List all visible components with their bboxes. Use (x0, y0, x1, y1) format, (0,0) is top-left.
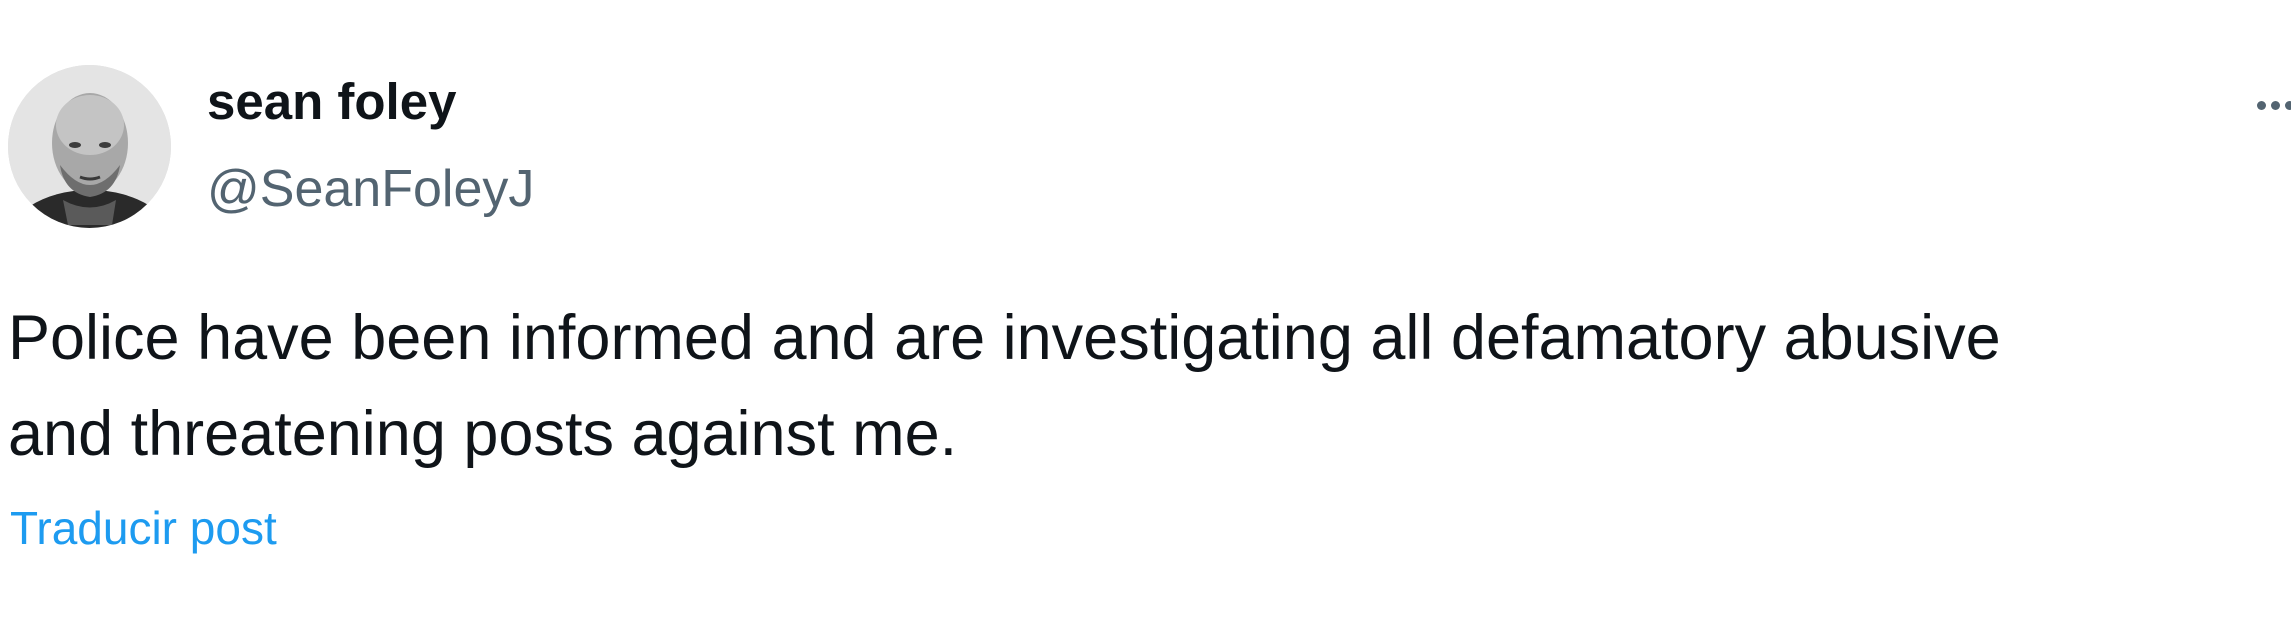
author-display-name[interactable]: sean foley (207, 76, 456, 127)
post-text: Police have been informed and are invest… (8, 290, 2278, 482)
author-handle[interactable]: @SeanFoleyJ (207, 163, 534, 215)
post-text-line: and threatening posts against me. (8, 399, 958, 469)
translate-post-link[interactable]: Traducir post (10, 505, 277, 551)
more-options-button[interactable] (2257, 88, 2291, 122)
post-card: sean foley @SeanFoleyJ Police have been … (0, 0, 2291, 620)
profile-photo-icon (8, 65, 171, 228)
post-text-line: Police have been informed and are invest… (8, 303, 2001, 373)
avatar[interactable] (8, 65, 171, 228)
